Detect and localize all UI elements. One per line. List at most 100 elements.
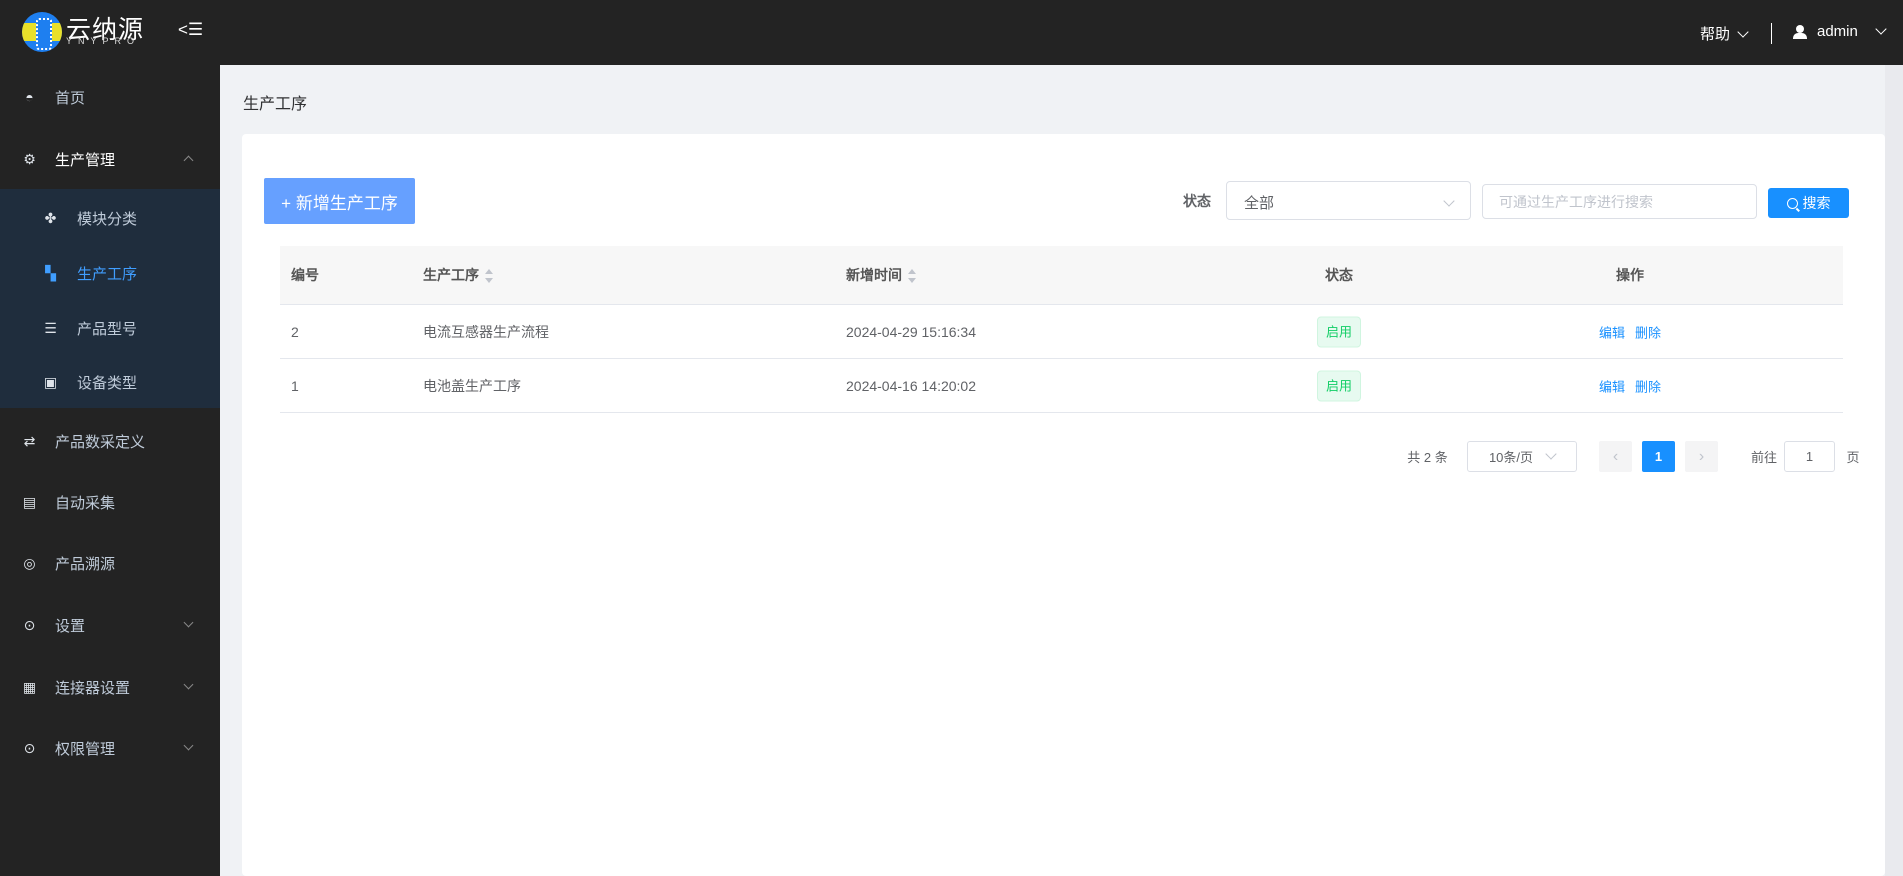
divider (1771, 23, 1772, 44)
sidebar-item-device-type[interactable]: ▣ 设备类型 (0, 357, 220, 407)
grid-icon: ✤ (44, 209, 57, 226)
sidebar-item-data-definition[interactable]: ⇄ 产品数采定义 (0, 416, 220, 466)
sort-icon[interactable] (908, 269, 916, 284)
table-header: 编号 生产工序 新增时间 状态 操作 (280, 246, 1843, 305)
sidebar-item-home[interactable]: ◓ 首页 (0, 72, 220, 122)
sidebar-item-module-category[interactable]: ✤ 模块分类 (0, 193, 220, 243)
sidebar-item-trace[interactable]: ◎ 产品溯源 (0, 538, 220, 588)
prev-page-button[interactable]: ‹ (1599, 441, 1632, 472)
goto-label: 前往 (1750, 450, 1777, 465)
sidebar-item-label: 首页 (55, 89, 86, 107)
sidebar-item-production[interactable]: ⚙ 生产管理 (0, 134, 220, 184)
column-header-label: 生产工序 (423, 267, 479, 283)
collapse-sidebar-icon[interactable]: <☰ (178, 20, 203, 40)
goto-page-input[interactable]: 1 (1784, 441, 1835, 472)
table-row: 1 电池盖生产工序 2024-04-16 14:20:02 启用 编辑 删除 (280, 359, 1843, 413)
sidebar-item-process[interactable]: ▚ 生产工序 (0, 248, 220, 298)
sidebar-item-settings[interactable]: ⊙ 设置 (0, 600, 220, 650)
settings-icon: ⊙ (23, 616, 36, 633)
search-button-label: 搜索 (1802, 195, 1831, 211)
sidebar-item-label: 产品数采定义 (55, 433, 146, 451)
user-icon (1793, 24, 1807, 39)
status-filter-label: 状态 (1183, 193, 1211, 209)
sidebar-item-label: 设备类型 (77, 374, 138, 392)
search-input[interactable] (1482, 184, 1757, 219)
cell-time: 2024-04-16 14:20:02 (846, 377, 976, 394)
status-select[interactable]: 全部 (1226, 181, 1471, 220)
page-title: 生产工序 (243, 96, 308, 113)
status-badge: 启用 (1316, 316, 1362, 347)
column-header-status: 状态 (1325, 267, 1353, 283)
chevron-down-icon (1737, 26, 1749, 38)
page-suffix: 页 (1846, 450, 1860, 465)
sidebar-item-label: 生产管理 (55, 151, 116, 169)
chevron-down-icon (1443, 195, 1455, 207)
submenu: ✤ 模块分类 ▚ 生产工序 ☰ 产品型号 ▣ 设备类型 (0, 189, 220, 408)
delete-link[interactable]: 删除 (1635, 379, 1661, 394)
sidebar-item-label: 权限管理 (55, 740, 116, 758)
help-label: 帮助 (1700, 26, 1731, 43)
page-size-select[interactable]: 10条/页 (1467, 441, 1577, 472)
pagination-total: 共 2 条 (1407, 450, 1448, 465)
search-icon (1786, 197, 1798, 209)
production-icon: ⚙ (23, 150, 36, 167)
cell-id: 1 (291, 377, 299, 394)
sidebar-item-label: 模块分类 (77, 210, 138, 228)
logo-subtext: YNYPRO (66, 36, 141, 46)
column-header-label: 新增时间 (846, 267, 902, 283)
cell-id: 2 (291, 323, 299, 340)
monitor-icon: ▣ (43, 373, 58, 390)
cell-name: 电流互感器生产流程 (423, 323, 549, 340)
chevron-down-icon (183, 679, 194, 690)
column-header-name[interactable]: 生产工序 (423, 265, 493, 285)
column-header-id: 编号 (291, 267, 319, 283)
cell-name: 电池盖生产工序 (423, 377, 521, 394)
sidebar-item-label: 连接器设置 (55, 679, 131, 697)
connector-icon: ▦ (22, 678, 37, 695)
chevron-down-icon (1875, 22, 1887, 35)
sidebar: ◓ 首页 ⚙ 生产管理 ✤ 模块分类 ▚ 生产工序 ☰ 产品型号 ▣ 设备类型 ⇄ 产品数采定… (0, 65, 220, 876)
cell-time: 2024-04-29 15:16:34 (846, 323, 976, 340)
next-page-button[interactable]: › (1685, 441, 1718, 472)
logo-icon (22, 12, 62, 52)
dashboard-icon: ◓ (25, 88, 34, 105)
sidebar-item-auto-collect[interactable]: ▤ 自动采集 (0, 477, 220, 527)
status-select-value: 全部 (1244, 195, 1275, 212)
page-1-button[interactable]: 1 (1642, 441, 1675, 472)
column-header-time[interactable]: 新增时间 (846, 265, 916, 285)
user-menu[interactable]: admin (1793, 22, 1887, 40)
edit-link[interactable]: 编辑 (1599, 325, 1625, 340)
delete-link[interactable]: 删除 (1635, 325, 1661, 340)
help-menu[interactable]: 帮助 (1700, 23, 1749, 44)
scrollbar[interactable] (1885, 65, 1903, 876)
sidebar-item-label: 设置 (55, 617, 86, 635)
search-button[interactable]: 搜索 (1768, 188, 1849, 218)
permission-icon: ⊙ (23, 739, 36, 756)
sidebar-item-connector[interactable]: ▦ 连接器设置 (0, 662, 220, 712)
chevron-down-icon (1545, 447, 1557, 460)
sidebar-item-label: 生产工序 (77, 265, 138, 283)
process-icon: ▚ (45, 264, 56, 281)
sidebar-item-label: 产品溯源 (55, 555, 116, 573)
sidebar-item-product-model[interactable]: ☰ 产品型号 (0, 303, 220, 353)
edit-link[interactable]: 编辑 (1599, 379, 1625, 394)
collect-icon: ▤ (22, 493, 37, 510)
trace-icon: ◎ (23, 554, 36, 571)
sidebar-item-label: 产品型号 (77, 320, 138, 338)
table-row: 2 电流互感器生产流程 2024-04-29 15:16:34 启用 编辑 删除 (280, 305, 1843, 359)
sidebar-item-label: 自动采集 (55, 494, 116, 512)
chevron-up-icon (183, 155, 194, 166)
sort-icon[interactable] (485, 269, 493, 284)
flow-icon: ⇄ (23, 432, 36, 449)
chevron-down-icon (183, 740, 194, 751)
status-badge: 启用 (1316, 370, 1362, 401)
column-header-actions: 操作 (1616, 267, 1644, 283)
page-size-value: 10条/页 (1488, 450, 1534, 465)
top-header: 云纳源 YNYPRO <☰ 帮助 admin (0, 0, 1903, 65)
chevron-down-icon (183, 617, 194, 628)
process-table: 编号 生产工序 新增时间 状态 操作 2 电流互感器生产流程 2024-04-2… (280, 246, 1843, 413)
list-icon: ☰ (44, 319, 57, 336)
username: admin (1817, 23, 1858, 40)
add-process-button[interactable]: + 新增生产工序 (264, 178, 415, 224)
sidebar-item-permission[interactable]: ⊙ 权限管理 (0, 723, 220, 773)
